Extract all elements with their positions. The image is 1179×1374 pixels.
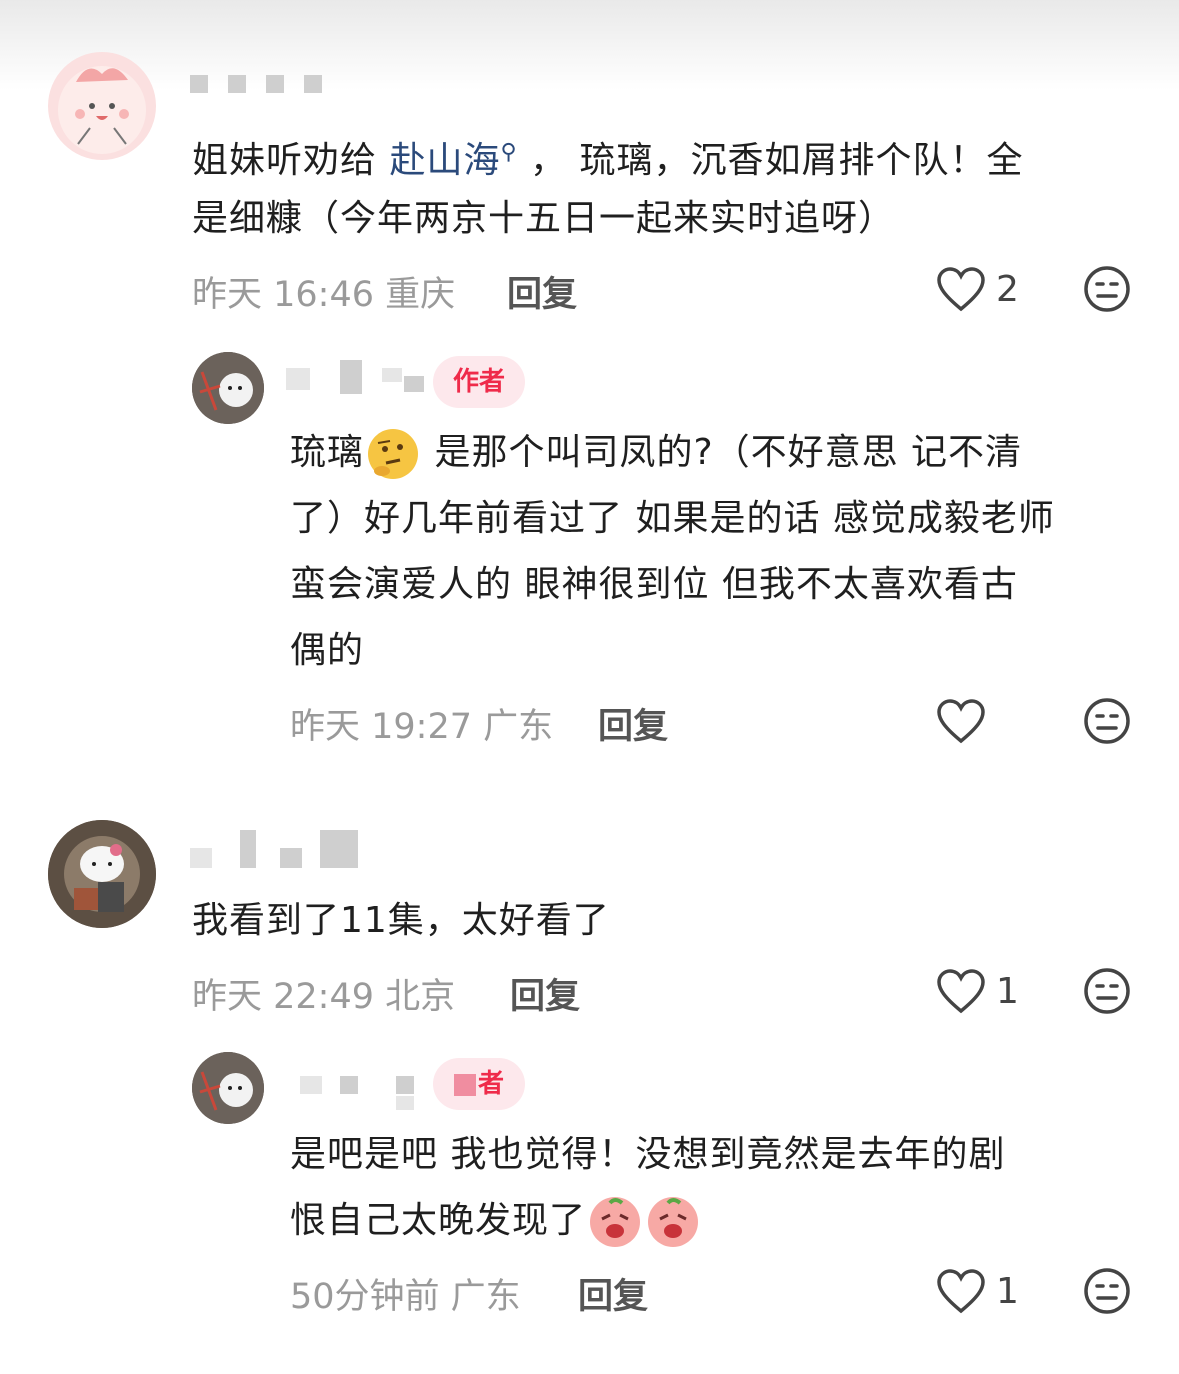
like-button[interactable] — [936, 697, 996, 747]
avatar[interactable] — [48, 52, 156, 160]
reply-text: 琉璃 是那个叫司凤的?（不好意思 记不清 — [290, 420, 1022, 486]
author-avatar[interactable] — [192, 1052, 264, 1124]
username-mosaic[interactable] — [286, 360, 426, 394]
crying-peach-icon — [590, 1197, 641, 1247]
author-badge: 者 — [433, 1058, 525, 1110]
comment-time-location: 昨天 16:46 重庆 — [192, 275, 456, 315]
meh-face-icon — [1084, 1268, 1130, 1314]
heart-icon — [937, 267, 985, 312]
avatar[interactable] — [48, 820, 156, 928]
dislike-button[interactable] — [1083, 967, 1131, 1019]
comment-text-line2: 是细糠（今年两京十五日一起来实时追呀） — [192, 198, 896, 239]
comment-text: 我看到了11集，太好看了 — [192, 900, 610, 941]
top-fade — [0, 0, 1179, 90]
username-mosaic[interactable] — [190, 75, 330, 97]
reply-time-location: 50分钟前 广东 — [290, 1277, 521, 1317]
heart-icon — [937, 699, 985, 744]
comment-text: 姐妹听劝给 赴山海⚲ ， 琉璃，沉香如屑排个队！全 — [192, 140, 1024, 181]
reply-text-line2: 恨自己太晚发现了 — [290, 1188, 702, 1254]
reply-text-line3: 蛮会演爱人的 眼神很到位 但我不太喜欢看古 — [290, 564, 1018, 605]
heart-icon — [937, 1269, 985, 1314]
like-count: 1 — [996, 1271, 1019, 1312]
username-mosaic[interactable] — [190, 830, 360, 870]
like-button[interactable]: 1 — [936, 1267, 1036, 1317]
reply-text: 是吧是吧 我也觉得！没想到竟然是去年的剧 — [290, 1134, 1006, 1175]
reply-button[interactable]: 回复 — [578, 1268, 648, 1319]
reply-button[interactable]: 回复 — [510, 968, 580, 1019]
meh-face-icon — [1084, 266, 1130, 312]
reply-text-line2: 了）好几年前看过了 如果是的话 感觉成毅老师 — [290, 498, 1055, 539]
crying-peach-icon — [648, 1197, 699, 1247]
dislike-button[interactable] — [1083, 1267, 1131, 1319]
author-badge: 作者 — [433, 356, 525, 408]
heart-icon — [937, 969, 985, 1014]
reply-button[interactable]: 回复 — [507, 266, 577, 317]
comment-time-location: 昨天 22:49 北京 — [192, 977, 456, 1017]
thinking-face-icon — [368, 429, 419, 479]
like-count: 2 — [996, 269, 1019, 310]
author-avatar[interactable] — [192, 352, 264, 424]
search-icon: ⚲ — [500, 140, 518, 165]
topic-link[interactable]: 赴山海⚲ — [389, 140, 517, 181]
reply-text-line4: 偶的 — [290, 630, 365, 671]
reply-button[interactable]: 回复 — [598, 698, 668, 749]
reply-time-location: 昨天 19:27 广东 — [290, 707, 554, 747]
meh-face-icon — [1084, 968, 1130, 1014]
username-mosaic[interactable] — [300, 1070, 430, 1110]
dislike-button[interactable] — [1083, 265, 1131, 317]
like-button[interactable]: 2 — [936, 265, 1036, 315]
like-button[interactable]: 1 — [936, 967, 1036, 1017]
dislike-button[interactable] — [1083, 697, 1131, 749]
meh-face-icon — [1084, 698, 1130, 744]
like-count: 1 — [996, 971, 1019, 1012]
